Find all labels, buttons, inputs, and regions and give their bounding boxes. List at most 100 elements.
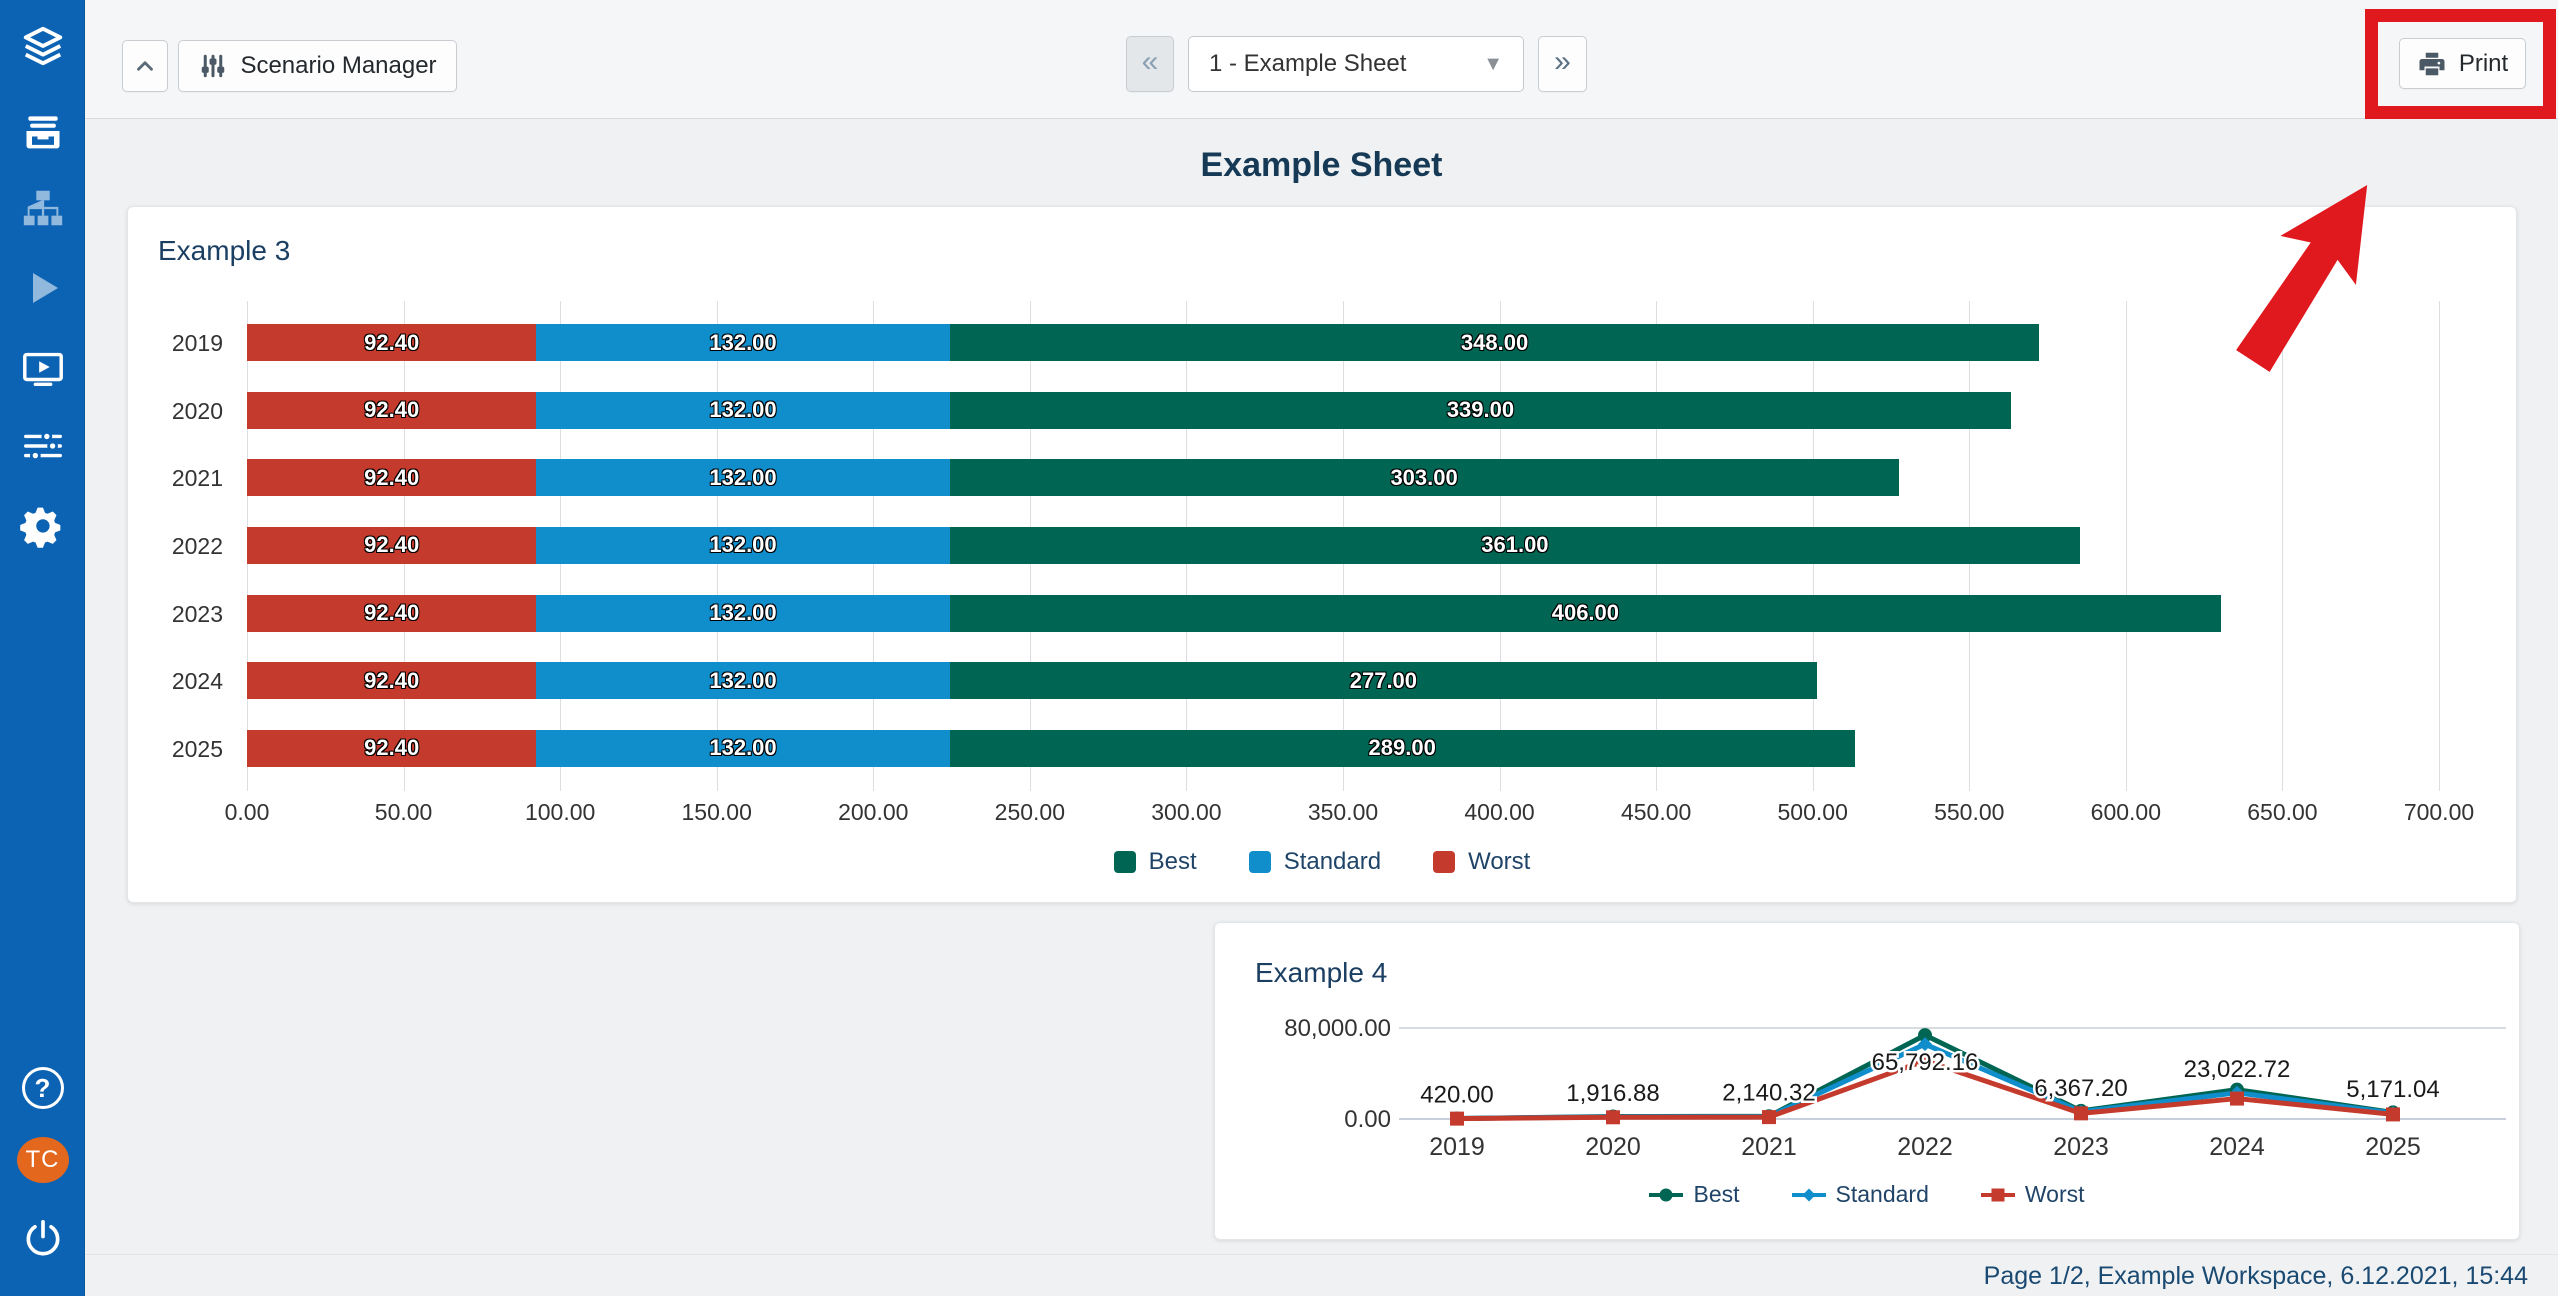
point-value-label: 1,916.88 bbox=[1566, 1080, 1659, 1107]
bar-value-label: 132.00 bbox=[709, 465, 776, 491]
y-axis-tick-label: 80,000.00 bbox=[1284, 1015, 1391, 1042]
hierarchy-icon[interactable] bbox=[0, 180, 85, 236]
x-axis-tick-label: 2023 bbox=[2053, 1133, 2109, 1161]
y-axis-category-label: 2021 bbox=[128, 465, 223, 492]
legend-item-worst[interactable]: Worst bbox=[1433, 848, 1530, 876]
sidebar: ? TC bbox=[0, 0, 85, 1296]
point-value-label: 5,171.04 bbox=[2346, 1076, 2439, 1103]
bar-segment-best: 348.00 bbox=[950, 324, 2040, 361]
x-axis-tick-label: 550.00 bbox=[1909, 799, 2029, 826]
legend-marker bbox=[1981, 1186, 2015, 1204]
chevrons-left-icon: « bbox=[1142, 47, 1159, 81]
x-axis-tick-label: 100.00 bbox=[500, 799, 620, 826]
marker-worst bbox=[1450, 1112, 1464, 1126]
bar-segment-best: 361.00 bbox=[950, 527, 2080, 564]
x-axis-tick-label: 250.00 bbox=[970, 799, 1090, 826]
x-axis-tick-label: 2024 bbox=[2209, 1133, 2265, 1161]
legend-label: Standard bbox=[1284, 848, 1381, 876]
y-axis-tick-label: 0.00 bbox=[1344, 1106, 1391, 1133]
example-4-chart-panel: Example 4 80,000.000.0020192020202120222… bbox=[1214, 922, 2520, 1240]
bar-segment-standard: 132.00 bbox=[536, 392, 949, 429]
legend-item-best[interactable]: Best bbox=[1114, 848, 1197, 876]
logout-power-icon[interactable] bbox=[0, 1210, 85, 1266]
legend-marker bbox=[1649, 1186, 1683, 1204]
x-axis-tick-label: 300.00 bbox=[1126, 799, 1246, 826]
legend-swatch bbox=[1114, 851, 1136, 873]
legend-item-standard[interactable]: Standard bbox=[1249, 848, 1381, 876]
legend-swatch bbox=[1433, 851, 1455, 873]
chevrons-right-icon: » bbox=[1554, 47, 1571, 81]
bar-value-label: 132.00 bbox=[709, 668, 776, 694]
avatar-initials: TC bbox=[17, 1137, 69, 1183]
x-axis-tick-label: 450.00 bbox=[1596, 799, 1716, 826]
bar-value-label: 303.00 bbox=[1390, 465, 1457, 491]
x-axis-tick-label: 2022 bbox=[1897, 1133, 1953, 1161]
bar-value-label: 132.00 bbox=[709, 397, 776, 423]
bar-segment-best: 277.00 bbox=[950, 662, 1817, 699]
bar-value-label: 132.00 bbox=[709, 600, 776, 626]
bar-segment-standard: 132.00 bbox=[536, 730, 949, 767]
toolbar: Scenario Manager « 1 - Example Sheet ▼ »… bbox=[85, 0, 2558, 119]
bar-value-label: 92.40 bbox=[364, 397, 419, 423]
previous-sheet-button[interactable]: « bbox=[1126, 36, 1174, 92]
legend-item-standard[interactable]: Standard bbox=[1792, 1181, 1929, 1208]
collapse-toolbar-button[interactable] bbox=[122, 40, 168, 92]
legend-item-worst[interactable]: Worst bbox=[1981, 1181, 2085, 1208]
bar-value-label: 132.00 bbox=[709, 735, 776, 761]
bar-segment-worst: 92.40 bbox=[247, 595, 536, 632]
bar-value-label: 361.00 bbox=[1481, 532, 1548, 558]
gridline bbox=[2282, 301, 2283, 791]
y-axis-category-label: 2024 bbox=[128, 668, 223, 695]
point-value-label: 2,140.32 bbox=[1722, 1080, 1815, 1107]
marker-worst bbox=[1606, 1110, 1620, 1124]
y-axis-category-label: 2022 bbox=[128, 533, 223, 560]
bar-segment-worst: 92.40 bbox=[247, 459, 536, 496]
bar-segment-best: 406.00 bbox=[950, 595, 2221, 632]
marker-worst bbox=[2074, 1106, 2088, 1120]
footer-status-text: Page 1/2, Example Workspace, 6.12.2021, … bbox=[1984, 1262, 2528, 1291]
legend-label: Standard bbox=[1836, 1181, 1929, 1208]
sliders-icon[interactable] bbox=[0, 418, 85, 474]
bar-value-label: 92.40 bbox=[364, 735, 419, 761]
bar-value-label: 92.40 bbox=[364, 330, 419, 356]
video-player-icon[interactable] bbox=[0, 340, 85, 396]
bar-segment-best: 339.00 bbox=[950, 392, 2012, 429]
x-axis-tick-label: 350.00 bbox=[1283, 799, 1403, 826]
bar-value-label: 92.40 bbox=[364, 668, 419, 694]
layers-icon[interactable] bbox=[0, 18, 85, 74]
x-axis-tick-label: 600.00 bbox=[2066, 799, 2186, 826]
point-value-label: 23,022.72 bbox=[2184, 1056, 2291, 1083]
help-question-mark: ? bbox=[22, 1067, 64, 1109]
bar-segment-standard: 132.00 bbox=[536, 662, 949, 699]
bar-segment-worst: 92.40 bbox=[247, 662, 536, 699]
stacked-bar-chart: 0.0050.00100.00150.00200.00250.00300.003… bbox=[128, 207, 2516, 902]
bar-segment-worst: 92.40 bbox=[247, 324, 536, 361]
legend-label: Best bbox=[1693, 1181, 1739, 1208]
bar-segment-standard: 132.00 bbox=[536, 459, 949, 496]
bar-segment-worst: 92.40 bbox=[247, 392, 536, 429]
marker-worst bbox=[1762, 1110, 1776, 1124]
sheet-selector-dropdown[interactable]: 1 - Example Sheet ▼ bbox=[1188, 36, 1524, 92]
settings-gear-icon[interactable] bbox=[0, 498, 85, 554]
scenario-manager-button[interactable]: Scenario Manager bbox=[178, 40, 457, 92]
bar-segment-worst: 92.40 bbox=[247, 527, 536, 564]
x-axis-tick-label: 50.00 bbox=[344, 799, 464, 826]
play-icon[interactable] bbox=[0, 260, 85, 316]
sheet-selector-value: 1 - Example Sheet bbox=[1209, 50, 1406, 78]
help-icon[interactable]: ? bbox=[0, 1060, 85, 1116]
legend-item-best[interactable]: Best bbox=[1649, 1181, 1739, 1208]
legend-label: Worst bbox=[2025, 1181, 2085, 1208]
archive-icon[interactable] bbox=[0, 103, 85, 159]
user-avatar[interactable]: TC bbox=[0, 1132, 85, 1188]
y-axis-category-label: 2023 bbox=[128, 601, 223, 628]
chart-legend: Best Standard Worst bbox=[1215, 1181, 2519, 1208]
example-3-chart-panel: Example 3 0.0050.00100.00150.00200.00250… bbox=[127, 206, 2517, 903]
bar-value-label: 339.00 bbox=[1447, 397, 1514, 423]
gridline bbox=[2126, 301, 2127, 791]
bar-value-label: 132.00 bbox=[709, 532, 776, 558]
bar-segment-standard: 132.00 bbox=[536, 595, 949, 632]
print-label: Print bbox=[2459, 50, 2508, 78]
next-sheet-button[interactable]: » bbox=[1538, 36, 1587, 92]
x-axis-tick-label: 650.00 bbox=[2222, 799, 2342, 826]
print-button[interactable]: Print bbox=[2399, 38, 2526, 89]
